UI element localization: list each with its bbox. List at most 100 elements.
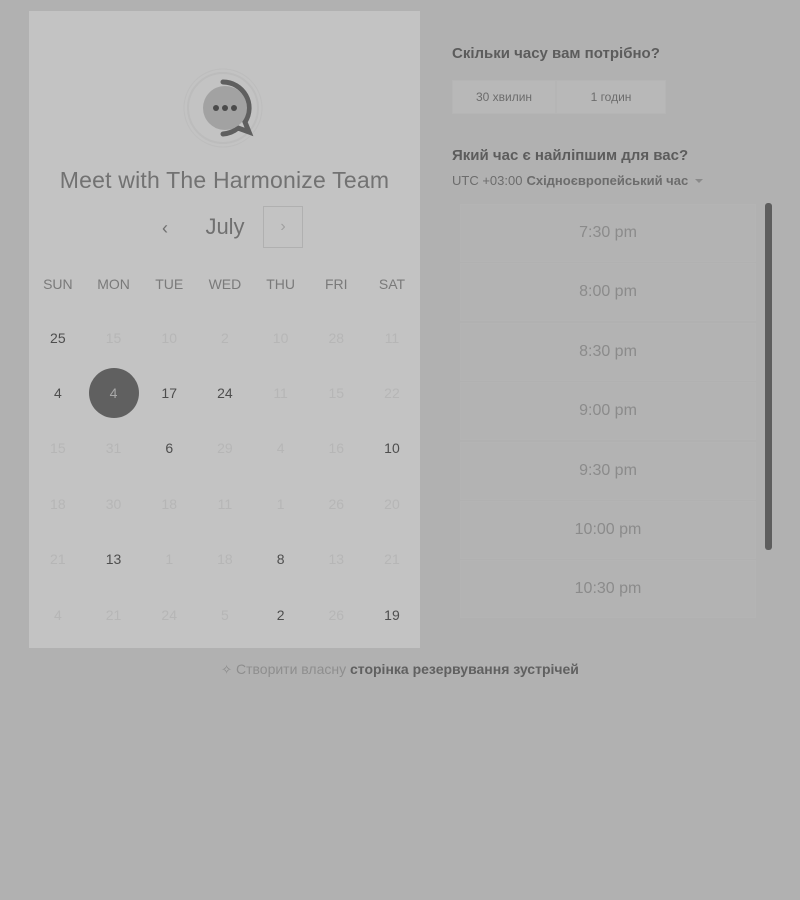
duration-60-button[interactable]: 1 годин	[556, 80, 666, 114]
calendar-day: 1	[253, 476, 309, 531]
day-number: 15	[105, 329, 122, 346]
calendar-day: 26	[308, 587, 364, 642]
page-title: Meet with The Harmonize Team	[59, 167, 390, 193]
day-number: 2	[276, 606, 285, 623]
day-number: 11	[273, 385, 288, 402]
timezone-name: Східноєвропейський час	[526, 173, 689, 188]
day-number: 26	[328, 495, 345, 512]
calendar-day[interactable]: 4	[30, 365, 86, 420]
day-number: 21	[50, 551, 66, 568]
weekday-label: FRI	[325, 276, 348, 292]
time-slot[interactable]: 7:30 pm	[460, 204, 756, 262]
day-number: 18	[217, 551, 233, 568]
day-number: 10	[161, 329, 177, 346]
day-number: 16	[328, 440, 345, 457]
calendar-day[interactable]: 10	[364, 421, 420, 476]
day-number: 25	[50, 329, 66, 346]
next-month-button[interactable]: ›	[263, 206, 303, 248]
calendar-day[interactable]: 17	[141, 365, 197, 420]
calendar-day[interactable]: 8	[253, 532, 309, 587]
calendar-day: 10	[141, 310, 197, 365]
calendar-day: 16	[308, 421, 364, 476]
calendar-day: 22	[364, 365, 420, 420]
timezone-offset: UTC +03:00	[452, 173, 523, 188]
weekday-label: MON	[97, 276, 130, 292]
calendar-day[interactable]: 2	[253, 587, 309, 642]
day-number: 28	[328, 329, 345, 346]
calendar-day: 10	[253, 310, 309, 365]
day-number: 21	[105, 606, 122, 623]
calendar-day[interactable]: 25	[30, 310, 86, 365]
day-number: 10	[272, 329, 289, 346]
day-number: 10	[384, 440, 400, 457]
calendar-day: 4	[30, 587, 86, 642]
calendar-day: 29	[197, 421, 253, 476]
weekday-label: SUN	[43, 276, 73, 292]
day-number: 1	[165, 551, 174, 568]
time-slot[interactable]: 8:30 pm	[460, 322, 756, 381]
weekday-label: TUE	[155, 276, 184, 292]
day-number: 2	[221, 329, 229, 346]
calendar-day: 26	[308, 476, 364, 531]
time-slot[interactable]: 8:00 pm	[460, 263, 756, 322]
time-slot[interactable]: 9:30 pm	[460, 441, 756, 500]
duration-options: 30 хвилин 1 годин	[452, 80, 666, 114]
chat-bubble-dots-icon	[183, 68, 263, 148]
day-number: 29	[217, 440, 233, 457]
day-number: 8	[276, 551, 285, 568]
day-number: 15	[328, 385, 345, 402]
day-number: 11	[217, 495, 233, 512]
calendar-day: 11	[364, 310, 420, 365]
day-number: 31	[105, 440, 122, 457]
calendar-day: 28	[308, 310, 364, 365]
booking-card: Meet with The Harmonize Team ‹ July › SU…	[29, 11, 420, 648]
day-number: 19	[384, 606, 400, 623]
day-number: 15	[50, 440, 66, 457]
calendar-day: 30	[86, 476, 142, 531]
time-slot[interactable]: 10:30 pm	[460, 560, 756, 619]
calendar-day: 24	[141, 587, 197, 642]
create-booking-page-link[interactable]: сторінка резервування зустрічей	[350, 661, 579, 677]
calendar-day: 21	[86, 587, 142, 642]
calendar-day[interactable]: 19	[364, 587, 420, 642]
calendar-day: 5	[197, 587, 253, 642]
calendar-grid: 25 15 10 2 10 28 11 4 4 17 24 11 15 22 15 31 6 29 4 16 10 18 3…	[30, 310, 420, 642]
day-number: 24	[161, 606, 177, 623]
month-label: July	[205, 214, 245, 239]
calendar-day[interactable]: 13	[86, 532, 142, 587]
weekday-label: THU	[266, 276, 295, 292]
calendar-day[interactable]: 6	[141, 421, 197, 476]
day-number: 18	[50, 495, 66, 512]
calendar-day: 18	[30, 476, 86, 531]
day-number: 4	[276, 440, 285, 457]
duration-question: Скільки часу вам потрібно?	[452, 45, 660, 62]
weekday-header: SUN MON TUE WED THU FRI SAT	[30, 276, 420, 292]
day-number: 20	[384, 495, 400, 512]
day-number: 4	[53, 606, 62, 623]
calendar-day: 15	[308, 365, 364, 420]
duration-30-button[interactable]: 30 хвилин	[452, 80, 556, 114]
time-question: Який час є найліпшим для вас?	[452, 147, 689, 164]
weekday-label: WED	[208, 276, 242, 292]
calendar-day: 2	[197, 310, 253, 365]
calendar-day: 21	[364, 532, 420, 587]
prev-month-button[interactable]: ‹	[157, 216, 173, 240]
day-number: 11	[384, 329, 400, 346]
slot-list-scrollbar[interactable]	[765, 203, 772, 550]
calendar-day: 21	[30, 532, 86, 587]
time-slot[interactable]: 9:00 pm	[460, 382, 756, 441]
day-number: 22	[384, 385, 400, 402]
calendar-day: 18	[197, 532, 253, 587]
day-number: 5	[221, 606, 229, 623]
time-slot[interactable]: 10:00 pm	[460, 500, 756, 559]
day-number: 4	[53, 385, 62, 402]
footer: ✧ Створити власну сторінка резервування з…	[0, 661, 800, 678]
calendar-day: 20	[364, 476, 420, 531]
timezone-selector[interactable]: UTC +03:00 Східноєвропейський час	[452, 173, 704, 188]
weekday-label: SAT	[378, 276, 406, 292]
selected-day[interactable]: 4	[86, 365, 142, 420]
calendar-day: 15	[86, 310, 142, 365]
calendar-day[interactable]: 24	[197, 365, 253, 420]
chevron-down-icon	[695, 178, 704, 183]
day-number: 13	[328, 551, 345, 568]
